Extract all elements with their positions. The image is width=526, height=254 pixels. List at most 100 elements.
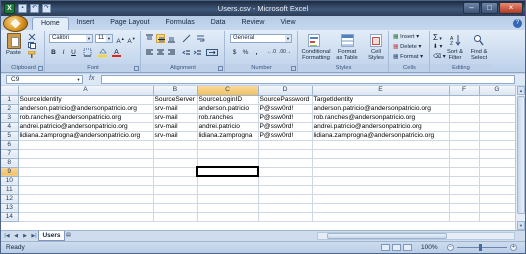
cell-g14[interactable]: [479, 212, 516, 222]
align-middle-icon[interactable]: [156, 34, 165, 43]
row-header[interactable]: 7: [1, 149, 19, 159]
column-header-d[interactable]: D: [258, 86, 313, 96]
cell-c13[interactable]: [197, 203, 259, 213]
cell-g4[interactable]: [479, 122, 516, 132]
cell-g7[interactable]: [479, 149, 516, 159]
cell-e14[interactable]: [312, 212, 450, 222]
minimize-button[interactable]: –: [463, 2, 480, 14]
row-header[interactable]: 14: [1, 212, 19, 222]
grow-font-button[interactable]: A▲: [116, 34, 125, 45]
column-header-b[interactable]: B: [153, 86, 198, 96]
maximize-button[interactable]: □: [481, 2, 498, 14]
sort-filter-button[interactable]: Sort & Filter: [444, 49, 466, 61]
horizontal-scroll-thumb[interactable]: [327, 233, 447, 239]
cell-f9[interactable]: [449, 167, 480, 177]
cell-a2[interactable]: anderson.patricio@andersonpatricio.org: [18, 104, 154, 114]
cell-g2[interactable]: [479, 104, 516, 114]
cell-f5[interactable]: [449, 131, 480, 141]
office-button[interactable]: [3, 15, 28, 32]
column-header-f[interactable]: F: [449, 86, 480, 96]
cell-e2[interactable]: anderson.patricio@andersonpatricio.org: [312, 104, 450, 114]
cell-d1[interactable]: SourcePassword: [258, 95, 313, 105]
cell-e6[interactable]: [312, 140, 450, 150]
cell-b2[interactable]: srv-mail: [153, 104, 198, 114]
format-as-table-button[interactable]: Format as Table: [332, 49, 362, 61]
cell-b12[interactable]: [153, 194, 198, 204]
row-header[interactable]: 4: [1, 122, 19, 132]
formula-input[interactable]: [101, 75, 515, 84]
row-header[interactable]: 12: [1, 194, 19, 204]
column-header-g[interactable]: G: [479, 86, 516, 96]
zoom-slider[interactable]: − +: [447, 244, 517, 251]
cell-a12[interactable]: [18, 194, 154, 204]
cell-d2[interactable]: P@ssw0rd!: [258, 104, 313, 114]
cell-e1[interactable]: TargetIdentity: [312, 95, 450, 105]
wrap-text-icon[interactable]: [196, 34, 205, 43]
cell-g11[interactable]: [479, 185, 516, 195]
decrease-indent-icon[interactable]: [182, 48, 191, 57]
cell-f6[interactable]: [449, 140, 480, 150]
help-icon[interactable]: ?: [513, 19, 522, 28]
cell-a14[interactable]: [18, 212, 154, 222]
scroll-up-icon[interactable]: ▲: [517, 86, 525, 95]
clipboard-launcher-icon[interactable]: [38, 66, 43, 71]
insert-cells-button[interactable]: ▦ Insert ▾: [393, 34, 419, 40]
increase-decimal-icon[interactable]: ←.0: [266, 48, 277, 57]
tab-page-layout[interactable]: Page Layout: [102, 17, 157, 30]
align-bottom-icon[interactable]: [167, 34, 176, 43]
cell-g1[interactable]: [479, 95, 516, 105]
cell-c10[interactable]: [197, 176, 259, 186]
cell-g10[interactable]: [479, 176, 516, 186]
align-top-icon[interactable]: [145, 34, 154, 43]
cell-b9[interactable]: [153, 167, 198, 177]
align-center-icon[interactable]: [156, 48, 165, 57]
cell-a11[interactable]: [18, 185, 154, 195]
sheet-tab-users[interactable]: Users: [38, 231, 65, 241]
cell-d4[interactable]: P@ssw0rd!: [258, 122, 313, 132]
cell-f2[interactable]: [449, 104, 480, 114]
format-painter-icon[interactable]: [27, 50, 36, 58]
row-header[interactable]: 13: [1, 203, 19, 213]
column-header-e[interactable]: E: [312, 86, 450, 96]
column-header-a[interactable]: A: [18, 86, 154, 96]
cell-d10[interactable]: [258, 176, 313, 186]
cell-a3[interactable]: rob.ranches@andersonpatricio.org: [18, 113, 154, 123]
align-right-icon[interactable]: [167, 48, 176, 57]
vertical-scrollbar[interactable]: ▲ ▼: [515, 86, 525, 230]
cell-b5[interactable]: srv-mail: [153, 131, 198, 141]
cell-b4[interactable]: srv-mail: [153, 122, 198, 132]
find-select-button[interactable]: Find & Select: [467, 49, 491, 61]
cell-e12[interactable]: [312, 194, 450, 204]
cell-a5[interactable]: lidiana.zamprogna@andersonpatricio.org: [18, 131, 154, 141]
zoom-knob[interactable]: [479, 244, 482, 251]
cell-c12[interactable]: [197, 194, 259, 204]
cell-a9[interactable]: [18, 167, 154, 177]
row-header[interactable]: 11: [1, 185, 19, 195]
autosum-button[interactable]: Σ ▾: [433, 33, 442, 42]
fill-icon[interactable]: ⬇ ▾: [433, 44, 442, 50]
conditional-formatting-icon[interactable]: [308, 34, 320, 47]
font-name-select[interactable]: Calibri ▼: [49, 34, 93, 43]
cut-icon[interactable]: [28, 33, 36, 41]
cell-b7[interactable]: [153, 149, 198, 159]
cell-c11[interactable]: [197, 185, 259, 195]
last-sheet-icon[interactable]: ▶|: [30, 232, 38, 240]
cell-c3[interactable]: rob.ranches: [197, 113, 259, 123]
close-button[interactable]: ×: [499, 2, 523, 14]
sort-filter-icon[interactable]: AZ: [450, 34, 461, 47]
cell-d9[interactable]: [258, 167, 313, 177]
cell-a1[interactable]: SourceIdentity: [18, 95, 154, 105]
cell-d8[interactable]: [258, 158, 313, 168]
cell-e9[interactable]: [312, 167, 450, 177]
cell-e11[interactable]: [312, 185, 450, 195]
shrink-font-button[interactable]: A▼: [127, 34, 136, 45]
select-all-corner[interactable]: [1, 86, 19, 96]
align-left-icon[interactable]: [145, 48, 154, 57]
increase-indent-icon[interactable]: [193, 48, 202, 57]
row-header[interactable]: 8: [1, 158, 19, 168]
cell-e7[interactable]: [312, 149, 450, 159]
format-as-table-icon[interactable]: [341, 34, 354, 47]
cell-a6[interactable]: [18, 140, 154, 150]
percent-style-button[interactable]: %: [241, 48, 250, 57]
number-launcher-icon[interactable]: [291, 66, 296, 71]
